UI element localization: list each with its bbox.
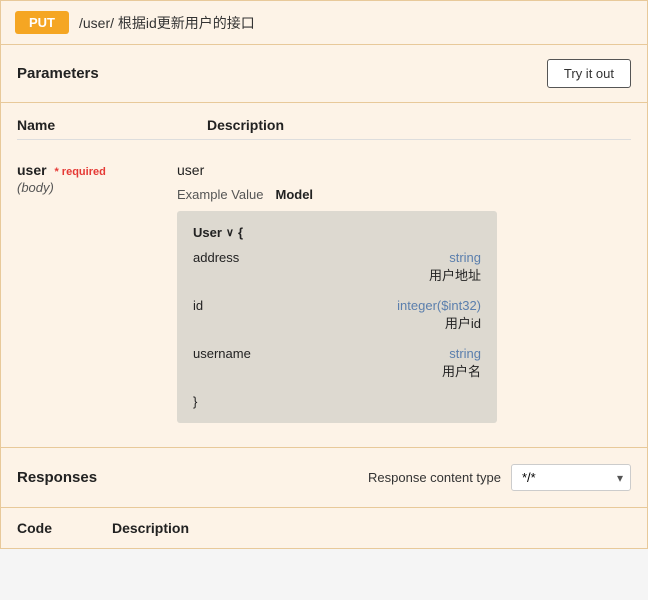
field-name-address: address <box>193 250 283 265</box>
api-path: /user/ 根据id更新用户的接口 <box>79 13 255 33</box>
model-title: User ∨ { <box>193 225 481 240</box>
field-name-id: id <box>193 298 283 313</box>
footer-col-code: Code <box>17 520 52 536</box>
responses-section: Responses Response content type */* ▾ <box>1 447 647 507</box>
model-chevron-icon: ∨ <box>226 226 234 239</box>
parameters-title: Parameters <box>17 65 99 82</box>
model-box: User ∨ { address string 用户地址 id <box>177 211 497 423</box>
field-desc-username: 用户名 <box>442 361 481 380</box>
footer-col-description: Description <box>112 520 189 536</box>
param-name-col: user * required (body) <box>17 162 177 195</box>
api-header: PUT /user/ 根据id更新用户的接口 <box>1 1 647 45</box>
model-close-brace: } <box>193 394 481 409</box>
field-type-col-id: integer($int32) 用户id <box>397 298 481 332</box>
param-desc-col: user Example Value Model User ∨ { addres… <box>177 162 631 423</box>
api-description: 根据id更新用户的接口 <box>118 15 255 31</box>
example-model-tabs: Example Value Model <box>177 186 631 203</box>
model-field-username: username string 用户名 <box>193 346 481 380</box>
field-name-username: username <box>193 346 283 361</box>
content-type-label: Response content type <box>368 470 501 485</box>
api-path-text: /user/ <box>79 15 114 31</box>
footer-header: Code Description <box>1 507 647 548</box>
param-location: (body) <box>17 180 177 195</box>
example-value-label: Example Value <box>177 187 263 202</box>
param-name-line: user * required <box>17 162 177 178</box>
model-open-brace: { <box>238 225 243 240</box>
model-name: User <box>193 225 222 240</box>
model-field-id: id integer($int32) 用户id <box>193 298 481 332</box>
model-tab-button[interactable]: Model <box>271 186 317 203</box>
main-container: PUT /user/ 根据id更新用户的接口 Parameters Try it… <box>0 0 648 549</box>
responses-title: Responses <box>17 469 97 486</box>
param-name: user <box>17 162 47 178</box>
col-header-description: Description <box>207 117 284 133</box>
parameters-section-header: Parameters Try it out <box>1 45 647 103</box>
field-type-address: string <box>429 250 481 265</box>
field-type-id: integer($int32) <box>397 298 481 313</box>
parameters-table: Name Description user * required (body) … <box>1 103 647 447</box>
param-value: user <box>177 162 631 178</box>
field-type-col-address: string 用户地址 <box>429 250 481 284</box>
field-type-username: string <box>442 346 481 361</box>
field-desc-address: 用户地址 <box>429 265 481 284</box>
method-badge: PUT <box>15 11 69 34</box>
content-type-select[interactable]: */* <box>511 464 631 491</box>
col-header-name: Name <box>17 117 147 133</box>
column-headers: Name Description <box>17 117 631 140</box>
content-type-row: Response content type */* ▾ <box>368 464 631 491</box>
field-type-col-username: string 用户名 <box>442 346 481 380</box>
param-required-label: * required <box>54 166 105 178</box>
parameter-row-user: user * required (body) user Example Valu… <box>17 152 631 433</box>
content-type-select-wrapper: */* ▾ <box>511 464 631 491</box>
model-field-address: address string 用户地址 <box>193 250 481 284</box>
field-desc-id: 用户id <box>397 313 481 332</box>
try-it-out-button[interactable]: Try it out <box>547 59 631 88</box>
